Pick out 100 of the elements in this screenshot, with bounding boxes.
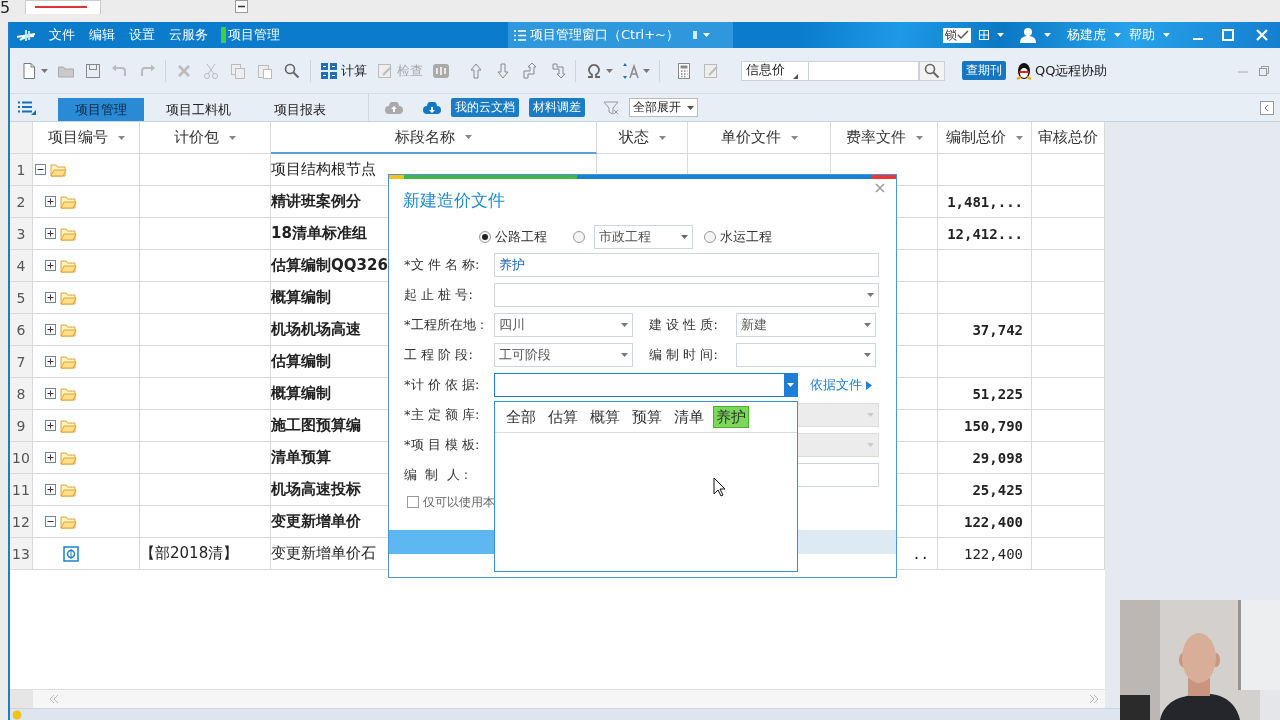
collapse-icon[interactable] xyxy=(45,516,56,527)
scroll-right-icon[interactable] xyxy=(1089,695,1099,703)
caret-icon[interactable] xyxy=(687,105,694,110)
select-field[interactable]: 工可阶段 xyxy=(494,343,633,367)
close-icon[interactable] xyxy=(875,183,885,193)
caret-icon[interactable] xyxy=(41,68,48,73)
calculator-icon[interactable] xyxy=(675,61,693,80)
calculate-button[interactable]: 计算 xyxy=(320,61,367,80)
caret-icon[interactable] xyxy=(1044,33,1051,37)
minimize-icon[interactable] xyxy=(235,0,249,13)
up-arrow-icon[interactable] xyxy=(467,61,485,80)
radio-button[interactable] xyxy=(479,231,491,243)
search-input[interactable] xyxy=(809,60,919,81)
menu-item[interactable]: 云服务 xyxy=(168,27,209,43)
expand-icon[interactable] xyxy=(45,388,56,399)
expand-icon[interactable] xyxy=(45,196,56,207)
radio-label[interactable]: 公路工程 xyxy=(495,228,547,246)
expand-icon[interactable] xyxy=(45,484,56,495)
table-icon[interactable] xyxy=(432,61,450,80)
cloud-upload-icon[interactable] xyxy=(385,101,403,114)
new-file-icon[interactable] xyxy=(20,61,38,80)
filter-tag[interactable]: 预算 xyxy=(629,406,665,428)
expand-icon[interactable] xyxy=(45,452,56,463)
link[interactable]: 依据文件 xyxy=(810,376,872,394)
caret-icon[interactable] xyxy=(787,383,794,387)
sort-caret-icon[interactable] xyxy=(1016,135,1023,140)
grid-icon xyxy=(979,30,989,40)
caret-icon[interactable] xyxy=(621,323,628,327)
down-arrow-icon[interactable] xyxy=(494,61,512,80)
tab[interactable]: 项目管理 xyxy=(58,98,144,121)
radio-label[interactable]: 水运工程 xyxy=(720,228,772,246)
caret-icon[interactable] xyxy=(867,293,874,297)
caret-icon[interactable] xyxy=(1163,33,1170,37)
scroll-left-icon[interactable] xyxy=(49,695,59,703)
scope-select[interactable]: 信息价 xyxy=(741,60,809,81)
folder-icon xyxy=(60,514,77,529)
column-header[interactable]: 单价文件 xyxy=(688,122,831,154)
menu-item[interactable]: 编辑 xyxy=(88,27,116,43)
column-header[interactable]: 计价包 xyxy=(140,122,271,154)
sort-caret-icon[interactable] xyxy=(229,135,236,140)
turn-up-icon[interactable] xyxy=(521,61,539,80)
sort-caret-icon[interactable] xyxy=(658,135,666,140)
expand-icon[interactable] xyxy=(45,356,56,367)
user-icon[interactable] xyxy=(1020,27,1036,43)
caret-icon[interactable] xyxy=(864,353,871,357)
column-header[interactable]: 费率文件 xyxy=(831,122,938,154)
column-header[interactable]: 编制总价 xyxy=(938,122,1032,154)
caret-icon[interactable] xyxy=(621,353,628,357)
menu-item[interactable]: 设置 xyxy=(128,27,156,43)
tab[interactable]: 项目报表 xyxy=(252,98,348,121)
input-field[interactable]: 养护 xyxy=(494,253,879,277)
menu-item[interactable]: 项目管理 xyxy=(221,27,281,43)
cloud-button[interactable]: 我的云文档 xyxy=(451,98,519,117)
expand-icon[interactable] xyxy=(45,420,56,431)
check-icon xyxy=(957,30,969,40)
caret-icon[interactable] xyxy=(643,68,650,73)
select-field[interactable]: 四川 xyxy=(494,313,633,337)
search-icon[interactable] xyxy=(283,61,301,80)
journal-button[interactable]: 查期刊 xyxy=(962,61,1006,80)
column-header[interactable]: 状态 xyxy=(597,122,688,154)
caret-icon[interactable] xyxy=(864,323,871,327)
select-field[interactable]: 新建 xyxy=(736,313,876,337)
filter-tag[interactable]: 养护 xyxy=(713,406,749,428)
font-size-icon[interactable] xyxy=(622,61,640,80)
caret-icon[interactable] xyxy=(997,33,1004,37)
column-header[interactable]: 项目编号 xyxy=(33,122,140,154)
caret-icon[interactable] xyxy=(606,68,613,73)
symbol-icon[interactable] xyxy=(585,61,603,80)
column-header[interactable]: 标段名称 xyxy=(271,122,597,154)
type-select[interactable]: 市政工程 xyxy=(594,225,693,249)
cloud-download-icon[interactable] xyxy=(423,101,441,114)
select-field[interactable] xyxy=(494,373,798,397)
expand-icon[interactable] xyxy=(45,260,56,271)
sort-caret-icon[interactable] xyxy=(117,135,125,140)
expand-icon[interactable] xyxy=(45,228,56,239)
expand-icon[interactable] xyxy=(45,324,56,335)
caret-icon[interactable] xyxy=(681,235,688,239)
sort-caret-icon[interactable] xyxy=(465,135,472,139)
checkbox[interactable] xyxy=(407,496,419,508)
lock-toggle[interactable]: 锁 xyxy=(943,27,971,43)
expand-icon[interactable] xyxy=(45,292,56,303)
collapse-panel-icon[interactable] xyxy=(1260,101,1274,115)
cloud-button[interactable]: 材料调差 xyxy=(529,98,585,117)
collapse-icon[interactable] xyxy=(35,164,46,175)
tab[interactable]: 项目工料机 xyxy=(150,98,246,121)
sort-caret-icon[interactable] xyxy=(790,135,798,140)
radio-button[interactable] xyxy=(573,231,585,243)
radio-button[interactable] xyxy=(704,231,716,243)
filter-tag[interactable]: 清单 xyxy=(671,406,707,428)
filter-clear-icon[interactable] xyxy=(603,100,619,115)
menu-item[interactable]: 文件 xyxy=(48,27,76,43)
remote-help-link[interactable]: QQ远程协助 xyxy=(1035,61,1108,80)
sort-caret-icon[interactable] xyxy=(915,135,923,140)
expand-select[interactable]: 全部展开 xyxy=(629,98,698,117)
save-icon[interactable] xyxy=(84,61,102,80)
table-cell: 12,412... xyxy=(938,218,1032,250)
maximize-icon[interactable] xyxy=(1222,29,1234,41)
restore-icon[interactable] xyxy=(1258,64,1270,77)
tab-menu-icon[interactable] xyxy=(692,30,713,40)
list-menu-icon[interactable] xyxy=(18,100,36,115)
